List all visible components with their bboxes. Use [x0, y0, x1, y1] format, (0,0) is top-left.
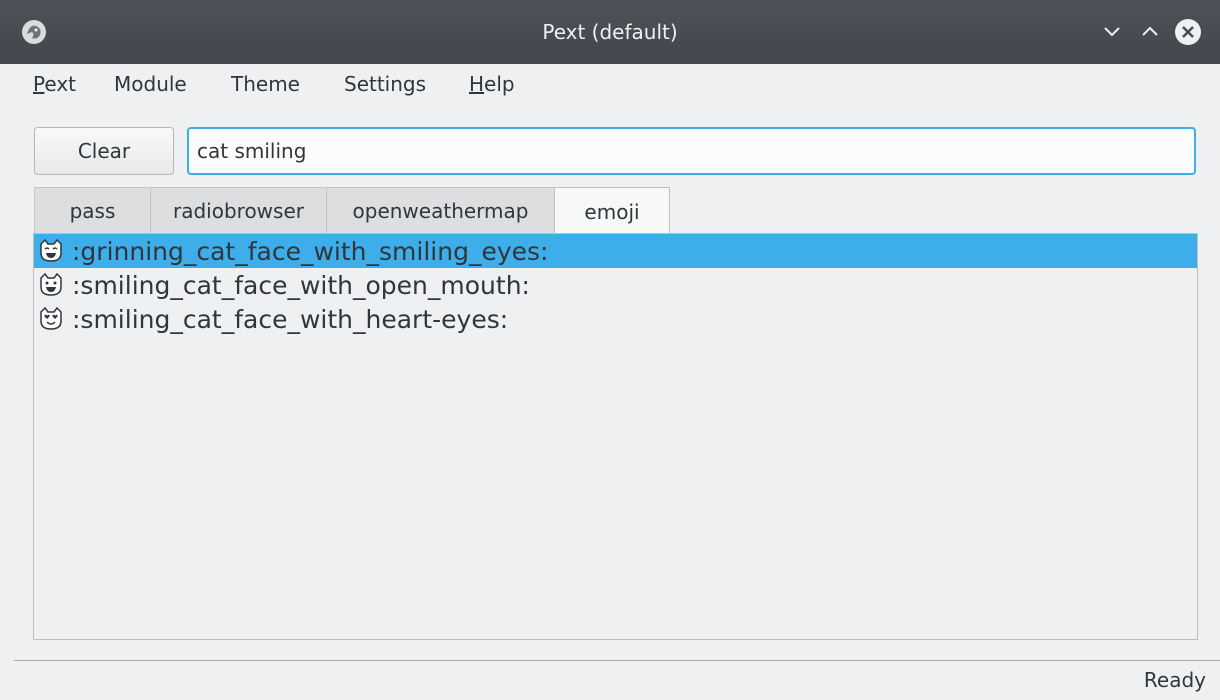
search-input[interactable]: [187, 127, 1196, 175]
clear-button[interactable]: Clear: [34, 127, 174, 175]
result-label: :smiling_cat_face_with_heart-eyes:: [72, 304, 509, 334]
list-item[interactable]: :smiling_cat_face_with_open_mouth:: [34, 268, 1197, 302]
close-icon[interactable]: [1172, 16, 1204, 48]
results-list[interactable]: :grinning_cat_face_with_smiling_eyes: :s…: [33, 233, 1198, 640]
result-label: :grinning_cat_face_with_smiling_eyes:: [72, 236, 549, 266]
module-tabs: pass radiobrowser openweathermap emoji: [34, 187, 1034, 235]
tab-emoji[interactable]: emoji: [554, 187, 670, 235]
list-item[interactable]: :smiling_cat_face_with_heart-eyes:: [34, 302, 1197, 336]
tab-openweathermap[interactable]: openweathermap: [326, 187, 555, 233]
title-bar[interactable]: Pext (default): [0, 0, 1220, 64]
tab-radiobrowser[interactable]: radiobrowser: [150, 187, 327, 233]
status-divider: [14, 660, 1220, 661]
heart-eyes-cat-icon: [40, 306, 62, 330]
tab-pass[interactable]: pass: [34, 187, 151, 233]
chevron-up-icon[interactable]: [1134, 16, 1166, 48]
menu-bar: Pext Module Theme Settings Help: [0, 64, 1220, 106]
list-item[interactable]: :grinning_cat_face_with_smiling_eyes:: [34, 234, 1197, 268]
window-title: Pext (default): [542, 20, 678, 44]
chevron-down-icon[interactable]: [1096, 16, 1128, 48]
status-text: Ready: [1143, 668, 1206, 692]
result-label: :smiling_cat_face_with_open_mouth:: [72, 270, 530, 300]
smiling-cat-icon: [40, 272, 62, 296]
menu-help[interactable]: Help: [469, 72, 515, 96]
menu-pext[interactable]: Pext: [33, 72, 76, 96]
menu-theme[interactable]: Theme: [231, 72, 300, 96]
grinning-cat-icon: [40, 238, 62, 262]
menu-module[interactable]: Module: [114, 72, 187, 96]
menu-settings[interactable]: Settings: [344, 72, 426, 96]
